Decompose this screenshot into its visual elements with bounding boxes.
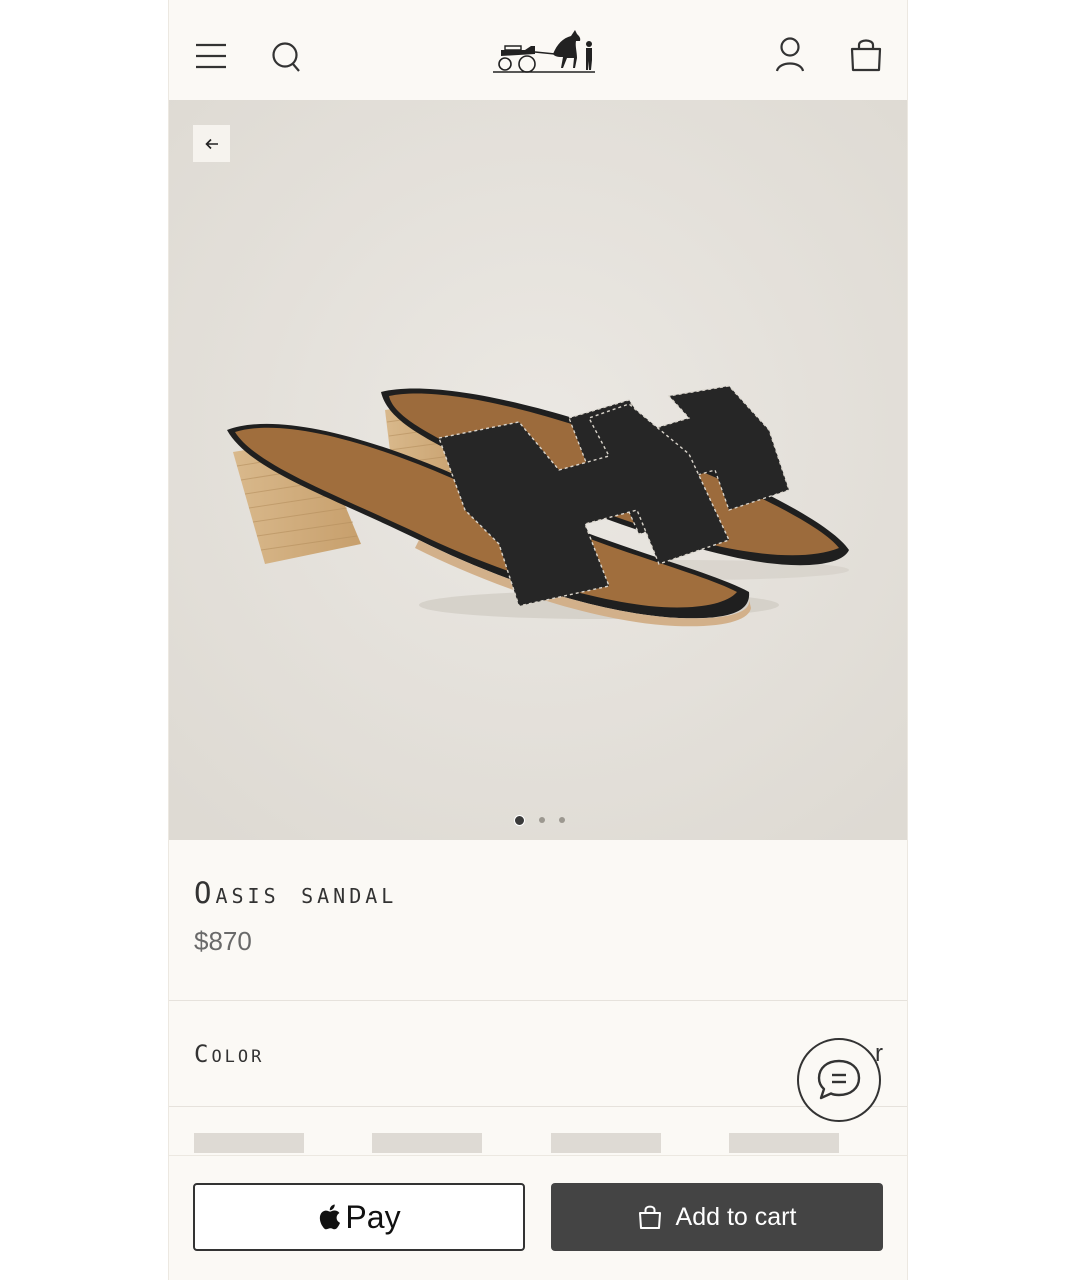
product-gallery[interactable]	[169, 100, 908, 840]
product-price: $870	[194, 926, 252, 956]
color-swatches	[194, 1133, 894, 1155]
shopping-bag-icon[interactable]	[849, 36, 883, 74]
gallery-dot-2[interactable]	[538, 817, 545, 823]
phone-screen: Oasis sandal $870 Color r Pay Add to car…	[168, 0, 908, 1280]
add-to-cart-label: Add to cart	[675, 1202, 797, 1231]
bottom-action-bar: Pay Add to cart	[169, 1155, 907, 1280]
arrow-left-icon	[204, 138, 218, 149]
product-info: Oasis sandal $870	[169, 840, 907, 1000]
search-icon[interactable]	[269, 38, 303, 74]
chat-bubble-icon	[817, 1059, 861, 1100]
color-label: Color	[194, 1040, 265, 1068]
color-swatch[interactable]	[729, 1133, 839, 1153]
add-to-cart-button[interactable]: Add to cart	[551, 1183, 883, 1251]
apple-logo-icon	[320, 1204, 341, 1230]
header	[169, 0, 907, 100]
product-image[interactable]	[169, 100, 908, 840]
gallery-back-button[interactable]	[193, 125, 230, 162]
divider	[169, 1000, 907, 1001]
user-icon[interactable]	[773, 36, 807, 74]
color-swatch[interactable]	[372, 1133, 482, 1153]
apple-pay-label: Pay	[345, 1198, 401, 1235]
carriage-logo[interactable]	[491, 24, 597, 78]
gallery-dot-3[interactable]	[558, 817, 565, 823]
divider	[169, 1106, 907, 1107]
gallery-pagination	[169, 814, 907, 826]
hamburger-menu-icon[interactable]	[195, 40, 227, 72]
color-selector-row[interactable]: Color r	[169, 1002, 907, 1106]
color-swatch[interactable]	[194, 1133, 304, 1153]
product-title: Oasis sandal	[194, 876, 398, 910]
shopping-bag-icon	[638, 1205, 661, 1229]
gallery-dot-1[interactable]	[513, 814, 525, 826]
apple-pay-button[interactable]: Pay	[193, 1183, 525, 1251]
color-swatch[interactable]	[551, 1133, 661, 1153]
chat-button[interactable]	[797, 1038, 881, 1122]
